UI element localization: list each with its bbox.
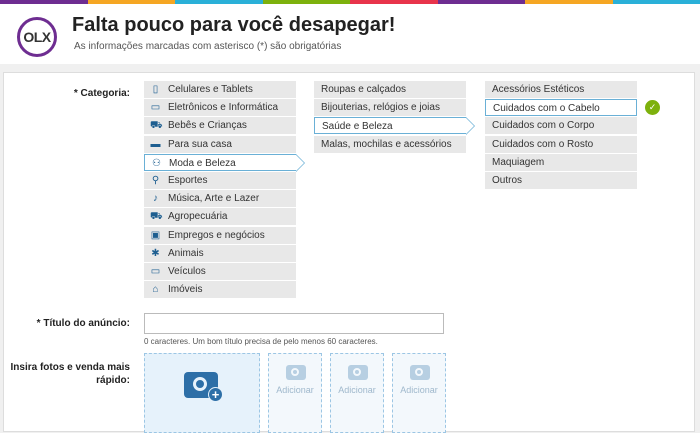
- category-item-label: Empregos e negócios: [168, 230, 265, 241]
- camera-icon: [348, 365, 368, 380]
- category-item[interactable]: ⚇ Moda e Beleza: [144, 154, 296, 171]
- category-item[interactable]: Cuidados com o Rosto: [485, 136, 637, 153]
- category-item[interactable]: ⌂ Imóveis: [144, 281, 296, 298]
- category-item[interactable]: Acessórios Estéticos: [485, 81, 637, 98]
- photos-label-line-1: Insira fotos e venda mais: [10, 361, 130, 374]
- page-subtitle: As informações marcadas com asterisco (*…: [74, 41, 341, 52]
- paw-icon: ✱: [150, 248, 161, 259]
- category-column-3: Acessórios Estéticos Cuidados com o Cabel…: [485, 81, 637, 190]
- add-photo-label: Adicionar: [269, 385, 321, 395]
- category-item[interactable]: ▭ Veículos: [144, 263, 296, 280]
- category-item[interactable]: ▬ Para sua casa: [144, 136, 296, 153]
- category-item-label: Cuidados com o Rosto: [492, 139, 593, 150]
- sofa-icon: ▬: [150, 139, 161, 150]
- category-item-label: Música, Arte e Lazer: [168, 193, 259, 204]
- category-item[interactable]: Roupas e calçados: [314, 81, 466, 98]
- phone-icon: ▯: [150, 84, 161, 95]
- page-title: Falta pouco para você desapegar!: [72, 14, 395, 37]
- house-icon: ⌂: [150, 284, 161, 295]
- category-item[interactable]: ⚲ Esportes: [144, 172, 296, 189]
- thumbs-up-icon: ✓: [645, 100, 660, 115]
- camera-icon: [410, 365, 430, 380]
- category-item-label: Malas, mochilas e acessórios: [321, 139, 452, 150]
- category-item[interactable]: ✱ Animais: [144, 245, 296, 262]
- category-item[interactable]: Outros: [485, 172, 637, 189]
- category-item-label: Para sua casa: [168, 139, 232, 150]
- stroller-icon: ⛟: [150, 120, 161, 131]
- photos-label-line-2: rápido:: [10, 374, 130, 387]
- add-photo-label: Adicionar: [393, 385, 445, 395]
- category-item[interactable]: ⛟ Agropecuária: [144, 208, 296, 225]
- photo-slot[interactable]: Adicionar: [392, 353, 446, 433]
- category-item-label: Celulares e Tablets: [168, 84, 253, 95]
- add-photo-label: Adicionar: [331, 385, 383, 395]
- category-item[interactable]: Cuidados com o Cabelo: [485, 99, 637, 116]
- category-item-label: Imóveis: [168, 284, 202, 295]
- ad-title-input[interactable]: [144, 313, 444, 334]
- main-photo-upload[interactable]: +: [144, 353, 260, 433]
- category-item[interactable]: ▯ Celulares e Tablets: [144, 81, 296, 98]
- category-column-2: Roupas e calçados Bijouterias, relógios e…: [314, 81, 466, 154]
- category-label: * Categoria:: [40, 88, 130, 99]
- category-item[interactable]: Maquiagem: [485, 154, 637, 171]
- photo-slot[interactable]: Adicionar: [330, 353, 384, 433]
- category-item-label: Cuidados com o Corpo: [492, 120, 594, 131]
- category-item-label: Animais: [168, 248, 204, 259]
- category-column-1: ▯ Celulares e Tablets ▭ Eletrônicos e Infor…: [144, 81, 296, 299]
- category-item[interactable]: Cuidados com o Corpo: [485, 117, 637, 134]
- category-item-label: Maquiagem: [492, 157, 544, 168]
- category-item-label: Roupas e calçados: [321, 84, 406, 95]
- title-label: * Título do anúncio:: [20, 318, 130, 329]
- guitar-icon: ♪: [150, 193, 161, 204]
- bicycle-icon: ⚲: [150, 175, 161, 186]
- category-item[interactable]: Bijouterias, relógios e joias: [314, 99, 466, 116]
- car-icon: ▭: [150, 266, 161, 277]
- category-item[interactable]: Saúde e Beleza: [314, 117, 466, 134]
- category-item-label: Moda e Beleza: [169, 158, 236, 169]
- briefcase-icon: ▣: [150, 230, 161, 241]
- category-item-label: Acessórios Estéticos: [492, 84, 584, 95]
- category-item-label: Bijouterias, relógios e joias: [321, 102, 440, 113]
- category-item-label: Agropecuária: [168, 211, 227, 222]
- tractor-icon: ⛟: [150, 211, 161, 222]
- logo-text: OLX: [23, 20, 50, 54]
- category-item[interactable]: ⛟ Bebês e Crianças: [144, 117, 296, 134]
- category-item[interactable]: Malas, mochilas e acessórios: [314, 136, 466, 153]
- category-item-label: Esportes: [168, 175, 207, 186]
- category-item-label: Outros: [492, 175, 522, 186]
- photo-slot[interactable]: Adicionar: [268, 353, 322, 433]
- category-item-label: Bebês e Crianças: [168, 120, 247, 131]
- category-item-label: Eletrônicos e Informática: [168, 102, 278, 113]
- category-item[interactable]: ▭ Eletrônicos e Informática: [144, 99, 296, 116]
- category-item[interactable]: ♪ Música, Arte e Lazer: [144, 190, 296, 207]
- category-item[interactable]: ▣ Empregos e negócios: [144, 227, 296, 244]
- page-header: OLX Falta pouco para você desapegar! As …: [0, 4, 700, 64]
- camera-icon: [286, 365, 306, 380]
- category-item-label: Veículos: [168, 266, 206, 277]
- title-hint: 0 caracteres. Um bom título precisa de p…: [144, 337, 378, 346]
- olx-logo[interactable]: OLX: [17, 17, 57, 57]
- category-item-label: Cuidados com o Cabelo: [493, 103, 600, 114]
- category-item-label: Saúde e Beleza: [322, 121, 393, 132]
- monitor-icon: ▭: [150, 102, 161, 113]
- people-icon: ⚇: [151, 158, 162, 169]
- photos-label: Insira fotos e venda mais rápido:: [10, 361, 130, 387]
- plus-icon: +: [208, 387, 223, 402]
